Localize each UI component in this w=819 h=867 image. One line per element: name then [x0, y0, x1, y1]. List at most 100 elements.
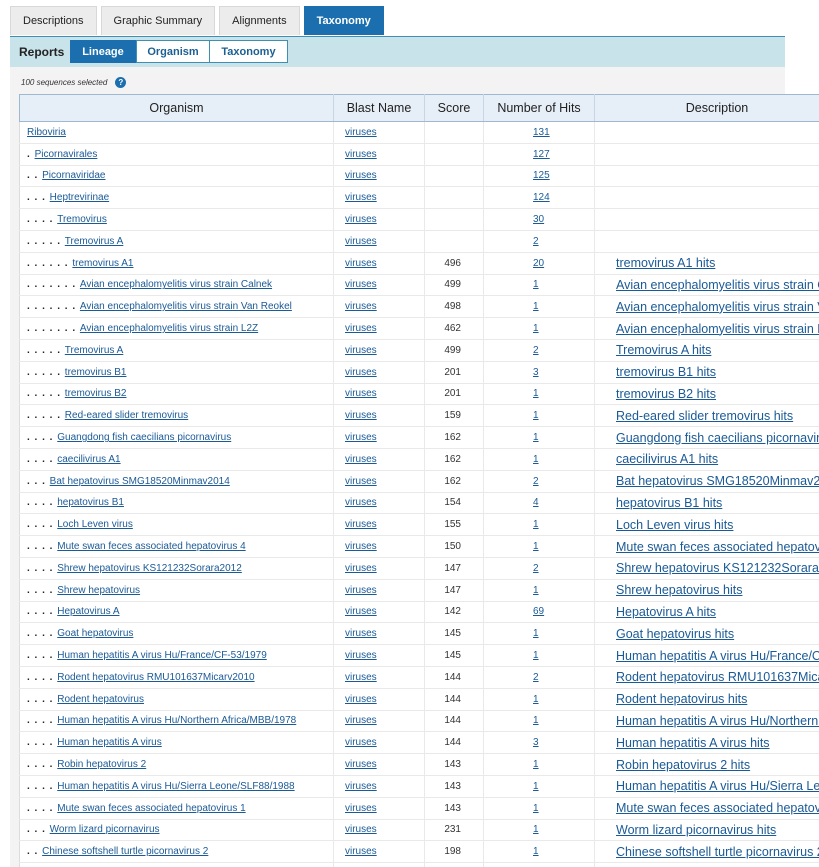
hits-link[interactable]: 1: [533, 541, 539, 552]
blast-name-link[interactable]: viruses: [345, 214, 377, 225]
lineage-report-button[interactable]: Lineage: [70, 40, 136, 63]
description-link[interactable]: Avian encephalomyelitis virus strain Cal…: [616, 278, 819, 292]
hits-link[interactable]: 1: [533, 650, 539, 661]
blast-name-link[interactable]: viruses: [345, 694, 377, 705]
description-link[interactable]: Robin hepatovirus 2 hits: [616, 758, 750, 772]
hits-link[interactable]: 3: [533, 737, 539, 748]
organism-link[interactable]: Tremovirus A: [65, 236, 124, 247]
hits-link[interactable]: 2: [533, 345, 539, 356]
blast-name-link[interactable]: viruses: [345, 781, 377, 792]
organism-column-header[interactable]: Organism: [19, 94, 334, 122]
blast-name-link[interactable]: viruses: [345, 541, 377, 552]
organism-link[interactable]: Rodent hepatovirus RMU101637Micarv2010: [57, 672, 254, 683]
hits-link[interactable]: 1: [533, 279, 539, 290]
hits-link[interactable]: 2: [533, 672, 539, 683]
organism-link[interactable]: Avian encephalomyelitis virus strain L2Z: [80, 323, 258, 334]
hits-link[interactable]: 4: [533, 497, 539, 508]
description-link[interactable]: tremovirus A1 hits: [616, 256, 715, 270]
blast-name-link[interactable]: viruses: [345, 759, 377, 770]
organism-link[interactable]: tremovirus B1: [65, 367, 127, 378]
blast-name-link[interactable]: viruses: [345, 650, 377, 661]
organism-link[interactable]: Human hepatitis A virus Hu/France/CF-53/…: [57, 650, 267, 661]
hits-link[interactable]: 1: [533, 781, 539, 792]
question-circle-icon[interactable]: ?: [115, 77, 127, 88]
hits-link[interactable]: 2: [533, 236, 539, 247]
description-link[interactable]: Worm lizard picornavirus hits: [616, 823, 776, 837]
organism-link[interactable]: Picornavirales: [35, 149, 98, 160]
organism-link[interactable]: Bat hepatovirus SMG18520Minmav2014: [50, 476, 230, 487]
description-link[interactable]: Human hepatitis A virus Hu/Northern Afri…: [616, 714, 819, 728]
hits-link[interactable]: 1: [533, 759, 539, 770]
hits-link[interactable]: 2: [533, 476, 539, 487]
blast-name-link[interactable]: viruses: [345, 345, 377, 356]
description-link[interactable]: Avian encephalomyelitis virus strain L2Z…: [616, 322, 819, 336]
hits-link[interactable]: 1: [533, 694, 539, 705]
blast-name-link[interactable]: viruses: [345, 301, 377, 312]
hits-link[interactable]: 1: [533, 715, 539, 726]
tab-alignments[interactable]: Alignments: [219, 6, 300, 35]
organism-link[interactable]: Human hepatitis A virus: [57, 737, 162, 748]
organism-link[interactable]: Loch Leven virus: [57, 519, 133, 530]
blast-name-link[interactable]: viruses: [345, 127, 377, 138]
blast-name-link[interactable]: viruses: [345, 258, 377, 269]
hits-link[interactable]: 69: [533, 606, 544, 617]
blast-name-link[interactable]: viruses: [345, 476, 377, 487]
blast-name-link[interactable]: viruses: [345, 149, 377, 160]
description-link[interactable]: Tremovirus A hits: [616, 343, 711, 357]
tab-graphic-summary[interactable]: Graphic Summary: [100, 6, 216, 35]
blast-name-link[interactable]: viruses: [345, 323, 377, 334]
organism-link[interactable]: Avian encephalomyelitis virus strain Cal…: [80, 279, 272, 290]
description-link[interactable]: Human hepatitis A virus hits: [616, 736, 770, 750]
hits-link[interactable]: 1: [533, 803, 539, 814]
organism-link[interactable]: Mute swan feces associated hepatovirus 1: [57, 803, 245, 814]
taxonomy-report-button[interactable]: Taxonomy: [209, 40, 288, 63]
hits-link[interactable]: 1: [533, 454, 539, 465]
organism-link[interactable]: Robin hepatovirus 2: [57, 759, 146, 770]
description-link[interactable]: tremovirus B1 hits: [616, 365, 716, 379]
blast-name-link[interactable]: viruses: [345, 410, 377, 421]
organism-link[interactable]: Mute swan feces associated hepatovirus 4: [57, 541, 245, 552]
hits-link[interactable]: 1: [533, 585, 539, 596]
organism-link[interactable]: Avian encephalomyelitis virus strain Van…: [80, 301, 292, 312]
hits-link[interactable]: 2: [533, 563, 539, 574]
hits-link[interactable]: 1: [533, 301, 539, 312]
blast-name-link[interactable]: viruses: [345, 672, 377, 683]
description-column-header[interactable]: Description: [594, 94, 819, 122]
organism-report-button[interactable]: Organism: [136, 40, 210, 63]
description-link[interactable]: Shrew hepatovirus KS121232Sorara2012 hit…: [616, 561, 819, 575]
hits-link[interactable]: 20: [533, 258, 544, 269]
score-column-header[interactable]: Score: [424, 94, 484, 122]
blast-name-link[interactable]: viruses: [345, 236, 377, 247]
blast-name-link[interactable]: viruses: [345, 432, 377, 443]
organism-link[interactable]: caecilivirus A1: [57, 454, 120, 465]
organism-link[interactable]: tremovirus A1: [72, 258, 133, 269]
blast-name-link[interactable]: viruses: [345, 454, 377, 465]
description-link[interactable]: Mute swan feces associated hepatovirus 4…: [616, 540, 819, 554]
blast-name-link[interactable]: viruses: [345, 497, 377, 508]
blast-name-link[interactable]: viruses: [345, 388, 377, 399]
organism-link[interactable]: Shrew hepatovirus: [57, 585, 140, 596]
tab-taxonomy[interactable]: Taxonomy: [303, 6, 384, 35]
organism-link[interactable]: tremovirus B2: [65, 388, 127, 399]
organism-link[interactable]: Human hepatitis A virus Hu/Sierra Leone/…: [57, 781, 294, 792]
description-link[interactable]: Avian encephalomyelitis virus strain Van…: [616, 300, 819, 314]
blast-name-link[interactable]: viruses: [345, 192, 377, 203]
description-link[interactable]: tremovirus B2 hits: [616, 387, 716, 401]
organism-link[interactable]: Worm lizard picornavirus: [50, 824, 160, 835]
hits-link[interactable]: 127: [533, 149, 550, 160]
blast-name-link[interactable]: viruses: [345, 628, 377, 639]
blast-name-link[interactable]: viruses: [345, 846, 377, 857]
description-link[interactable]: Human hepatitis A virus Hu/Sierra Leone/…: [616, 779, 819, 793]
hits-column-header[interactable]: Number of Hits: [483, 94, 595, 122]
organism-link[interactable]: Goat hepatovirus: [57, 628, 133, 639]
hits-link[interactable]: 3: [533, 367, 539, 378]
description-link[interactable]: Red-eared slider tremovirus hits: [616, 409, 793, 423]
hits-link[interactable]: 1: [533, 824, 539, 835]
organism-link[interactable]: Rodent hepatovirus: [57, 694, 144, 705]
description-link[interactable]: Bat hepatovirus SMG18520Minmav2014 hits: [616, 474, 819, 488]
blast-name-link[interactable]: viruses: [345, 170, 377, 181]
description-link[interactable]: Goat hepatovirus hits: [616, 627, 734, 641]
organism-link[interactable]: Hepatovirus A: [57, 606, 119, 617]
tab-descriptions[interactable]: Descriptions: [10, 6, 97, 35]
description-link[interactable]: caecilivirus A1 hits: [616, 452, 718, 466]
